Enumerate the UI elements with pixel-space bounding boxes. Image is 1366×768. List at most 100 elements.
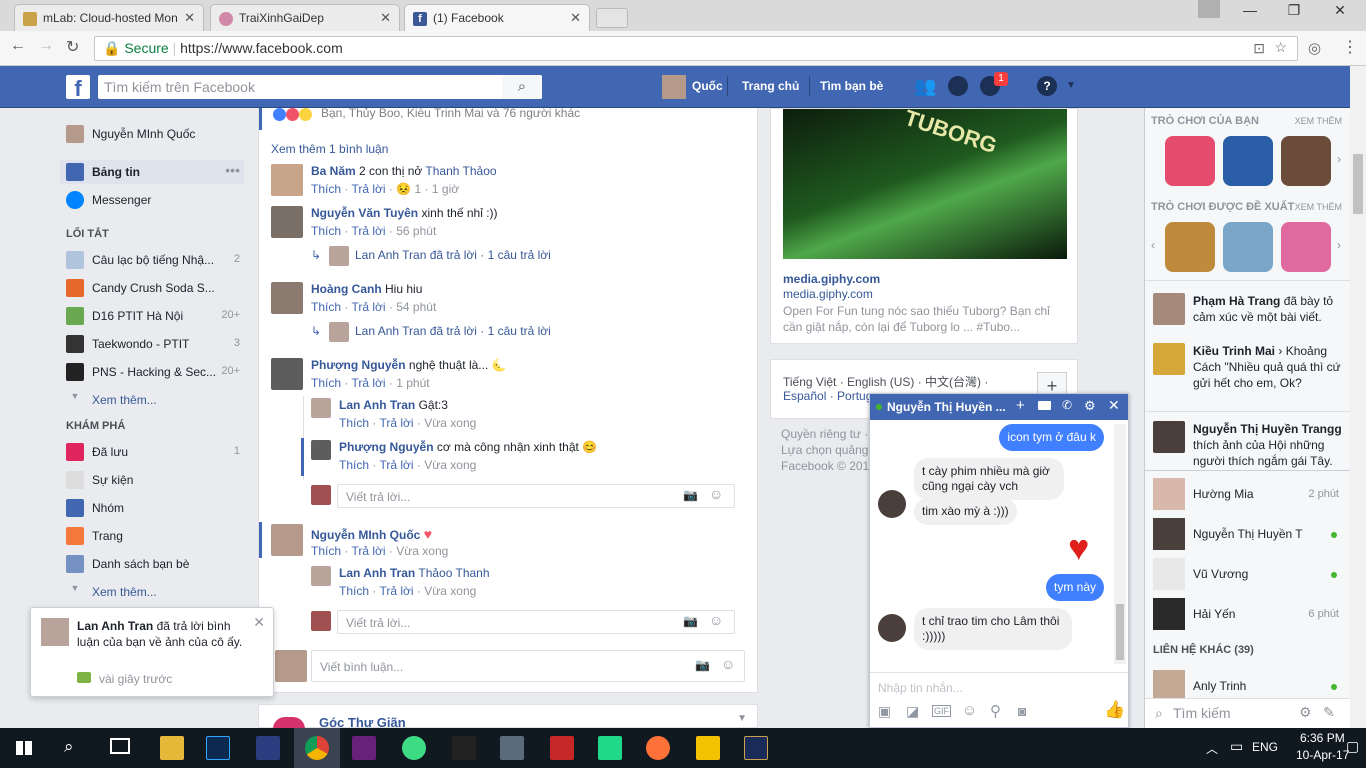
contact-item[interactable]: Vũ Vương bbox=[1153, 558, 1343, 590]
task-view-icon[interactable] bbox=[110, 738, 130, 754]
profile-icon[interactable] bbox=[1198, 0, 1220, 18]
sidebar-item[interactable]: Câu lạc bộ tiếng Nhậ... 2 bbox=[60, 248, 244, 272]
sidebar-item[interactable]: PNS - Hacking & Sec... 20+ bbox=[60, 360, 244, 384]
see-more-link[interactable]: ▼ Xem thêm... bbox=[60, 580, 244, 604]
sidebar-item-news-feed[interactable]: Bảng tin ••• bbox=[60, 160, 244, 184]
video-call-icon[interactable] bbox=[1038, 401, 1051, 410]
sidebar-item[interactable]: Taekwondo - PTIT 3 bbox=[60, 332, 244, 356]
close-icon[interactable]: ✕ bbox=[1108, 397, 1120, 414]
clock-date[interactable]: 10-Apr-17 bbox=[1296, 748, 1349, 762]
game-8-ball-icon[interactable] bbox=[1223, 136, 1273, 186]
avatar[interactable] bbox=[311, 440, 331, 460]
sidebar-item-profile[interactable]: Nguyễn MInh Quốc bbox=[60, 122, 244, 146]
sticker-icon[interactable]: ◪ bbox=[906, 703, 919, 720]
menu-icon[interactable]: ⋮ bbox=[1342, 37, 1358, 57]
chevron-right-icon[interactable]: › bbox=[1337, 152, 1341, 166]
chevron-up-icon[interactable]: ︿ bbox=[1206, 740, 1218, 757]
url-field[interactable]: 🔒 Secure | https://www.facebook.com ⊡ ☆ bbox=[94, 36, 1298, 61]
ticker-item[interactable]: Phạm Hà Trang đã bày tỏ cảm xúc về một b… bbox=[1153, 293, 1349, 333]
game-helicopter-icon[interactable] bbox=[1223, 222, 1273, 272]
language-links[interactable]: Tiếng Việt · English (US) · 中文(台灣) · bbox=[783, 373, 988, 390]
reply-input[interactable]: Viết trả lời... bbox=[337, 610, 735, 634]
ticker-item[interactable]: Kiều Trinh Mai › Khoảng Cách "Nhiều quả … bbox=[1153, 343, 1349, 405]
visual-studio-icon[interactable] bbox=[352, 736, 376, 760]
reload-icon[interactable]: ↻ bbox=[66, 37, 79, 57]
sidebar-search[interactable]: ⌕ Tìm kiếm ⚙ ✎ bbox=[1145, 698, 1350, 728]
emoji-icon[interactable]: ☺ bbox=[709, 486, 723, 502]
search-button[interactable]: ⌕ bbox=[502, 75, 542, 99]
chevron-down-icon[interactable]: ▼ bbox=[737, 713, 747, 724]
file-explorer-icon[interactable] bbox=[160, 736, 184, 760]
sidebar-item[interactable]: Đã lưu 1 bbox=[60, 440, 244, 464]
camera-icon[interactable]: 📷 bbox=[683, 614, 698, 628]
contact-item[interactable]: Hải Yến 6 phút bbox=[1153, 598, 1343, 630]
unity-icon[interactable] bbox=[452, 736, 476, 760]
emoji-icon[interactable]: ☺ bbox=[709, 612, 723, 628]
close-window-icon[interactable]: ✕ bbox=[1320, 2, 1360, 19]
search-icon[interactable]: ⌕ bbox=[64, 737, 74, 757]
language-links[interactable]: Español · Portug bbox=[783, 389, 872, 403]
windows-start-icon[interactable] bbox=[16, 741, 32, 755]
avatar[interactable] bbox=[271, 164, 303, 196]
sidebar-item[interactable]: Trang bbox=[60, 524, 244, 548]
devc-icon[interactable] bbox=[256, 736, 280, 760]
reactions-icon[interactable] bbox=[273, 108, 315, 122]
gear-icon[interactable]: ⚙ bbox=[1299, 704, 1312, 721]
language-indicator[interactable]: ENG bbox=[1252, 740, 1278, 754]
close-tab-icon[interactable]: ✕ bbox=[380, 10, 391, 26]
messages-icon[interactable] bbox=[948, 76, 968, 96]
browser-tab-traixinh[interactable]: TraiXinhGaiDep ✕ bbox=[210, 4, 400, 31]
view-replies-link[interactable]: Lan Anh Tran đã trả lời · 1 câu trả lời bbox=[355, 248, 551, 262]
gif-icon[interactable]: GIF bbox=[932, 705, 951, 717]
sidebar-item[interactable]: Nhóm bbox=[60, 496, 244, 520]
avatar[interactable] bbox=[271, 206, 303, 238]
attach-icon[interactable]: ⚲ bbox=[990, 702, 1001, 720]
translate-icon[interactable]: ⊡ bbox=[1253, 40, 1265, 57]
phone-icon[interactable]: ✆ bbox=[1062, 398, 1072, 412]
see-more-link[interactable]: XEM THÊM bbox=[1295, 202, 1342, 212]
action-center-icon[interactable]: ▢ bbox=[1346, 738, 1359, 755]
sidebar-item[interactable]: Candy Crush Soda S... bbox=[60, 276, 244, 300]
forward-icon[interactable]: → bbox=[38, 37, 54, 55]
avatar[interactable] bbox=[271, 524, 303, 556]
scrollbar[interactable] bbox=[1350, 66, 1366, 728]
emoji-icon[interactable]: ☺ bbox=[721, 656, 735, 672]
find-friends-link[interactable]: Tìm bạn bè bbox=[820, 79, 883, 93]
new-tab-button[interactable] bbox=[596, 8, 628, 28]
sponsored-card[interactable]: TUBORG media.giphy.com media.giphy.com O… bbox=[770, 105, 1078, 344]
game-warrior-icon[interactable] bbox=[1281, 136, 1331, 186]
add-person-icon[interactable]: + bbox=[1016, 397, 1025, 414]
home-link[interactable]: Trang chủ bbox=[742, 79, 799, 93]
avatar[interactable] bbox=[271, 358, 303, 390]
ticker-item[interactable]: Nguyễn Thị Huyền Trangg thích ảnh của Hộ… bbox=[1153, 421, 1349, 469]
game-cake-icon[interactable] bbox=[1281, 222, 1331, 272]
avatar[interactable] bbox=[662, 75, 686, 99]
ad-title[interactable]: media.giphy.com bbox=[783, 272, 880, 286]
help-icon[interactable]: ? bbox=[1037, 76, 1057, 96]
game-archer-icon[interactable] bbox=[1165, 222, 1215, 272]
chevron-down-icon[interactable]: ▼ bbox=[1066, 80, 1076, 91]
scrollbar[interactable] bbox=[1114, 424, 1126, 664]
notification-popup[interactable]: Lan Anh Tran đã trả lời bình luận của bạ… bbox=[30, 607, 274, 697]
see-more-link[interactable]: ▼ Xem thêm... bbox=[60, 388, 244, 412]
chrome-taskbar-button[interactable] bbox=[294, 728, 340, 768]
view-replies-link[interactable]: Lan Anh Tran đã trả lời · 1 câu trả lời bbox=[355, 324, 551, 338]
maximize-icon[interactable]: ❐ bbox=[1274, 2, 1314, 19]
image-icon[interactable]: ▣ bbox=[878, 703, 891, 720]
network-icon[interactable]: ▭ bbox=[1230, 738, 1243, 755]
chat-input[interactable]: Nhập tin nhắn... bbox=[878, 681, 963, 695]
app-icon[interactable] bbox=[550, 736, 574, 760]
gear-icon[interactable]: ⚙ bbox=[1084, 398, 1096, 414]
chat-header[interactable]: Nguyễn Thị Huyền ... + ✆ ⚙ ✕ bbox=[870, 394, 1128, 420]
more-options-icon[interactable]: ••• bbox=[225, 162, 240, 178]
reactions-summary[interactable]: Bạn, Thủy Boo, Kiều Trinh Mai và 76 ngườ… bbox=[321, 106, 580, 120]
chevron-right-icon[interactable]: › bbox=[1337, 238, 1341, 252]
minimize-icon[interactable]: — bbox=[1230, 2, 1270, 18]
league-icon[interactable] bbox=[744, 736, 768, 760]
chat-title[interactable]: Nguyễn Thị Huyền ... bbox=[887, 400, 1006, 414]
browser-tab-mlab[interactable]: mLab: Cloud-hosted Mon ✕ bbox=[14, 4, 204, 31]
sidebar-item[interactable]: Sự kiện bbox=[60, 468, 244, 492]
close-tab-icon[interactable]: ✕ bbox=[184, 10, 195, 26]
extension-icon[interactable]: ◎ bbox=[1308, 39, 1321, 57]
sidebar-item[interactable]: D16 PTIT Hà Nội 20+ bbox=[60, 304, 244, 328]
